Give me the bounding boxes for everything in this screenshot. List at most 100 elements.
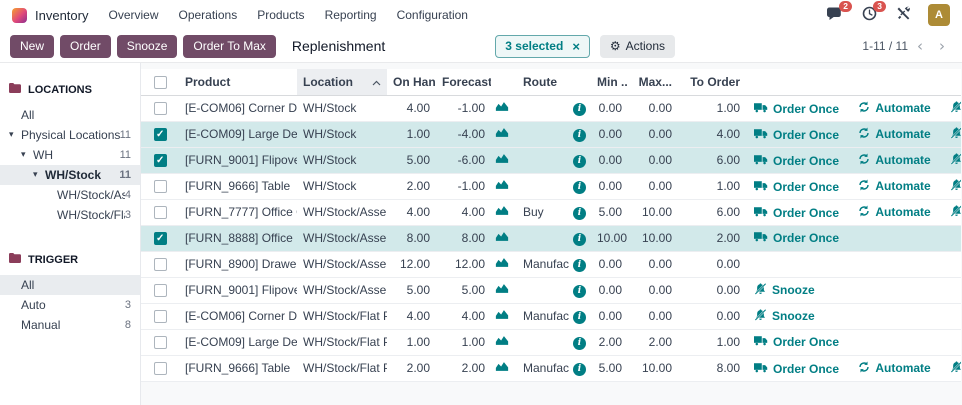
table-row[interactable]: [FURN_9001] Flipover WH/Stock/Asse... 5.… — [141, 277, 961, 303]
automate-button[interactable]: Automate — [858, 179, 930, 194]
select-all-checkbox[interactable] — [154, 76, 167, 89]
automate-button[interactable]: Automate — [858, 127, 930, 142]
developer-tools-button[interactable] — [894, 6, 912, 24]
location-filter-item[interactable]: WH/Stock/Flat P...3 — [0, 205, 140, 225]
forecast-graph-icon[interactable] — [495, 257, 509, 268]
caret-down-icon[interactable]: ▾ — [33, 170, 45, 180]
automate-button[interactable]: Automate — [858, 205, 930, 220]
table-row[interactable]: [E-COM09] Large Desk WH/Stock 1.00 -4.00… — [141, 121, 961, 147]
table-row[interactable]: [FURN_9666] Table WH/Stock/Flat P... 2.0… — [141, 355, 961, 381]
row-checkbox[interactable] — [154, 310, 167, 323]
forecast-graph-icon[interactable] — [495, 101, 509, 112]
location-filter-item[interactable]: ▾Physical Locations11 — [0, 125, 140, 145]
info-icon[interactable] — [573, 103, 586, 116]
table-row[interactable]: [E-COM09] Large Desk WH/Stock/Flat P... … — [141, 329, 961, 355]
column-header-forecast[interactable]: Forecast — [436, 69, 491, 95]
actions-button[interactable]: ⚙ Actions — [600, 35, 675, 58]
table-row[interactable]: [E-COM06] Corner Desk ... WH/Stock 4.00 … — [141, 95, 961, 121]
location-filter-item[interactable]: ▾WH/Stock11 — [0, 165, 140, 185]
order-once-button[interactable]: Order Once — [754, 180, 839, 194]
location-filter-item[interactable]: ▾WH11 — [0, 145, 140, 165]
forecast-graph-icon[interactable] — [495, 127, 509, 138]
menu-configuration[interactable]: Configuration — [397, 8, 468, 22]
order-to-max-button[interactable]: Order To Max — [183, 35, 275, 58]
pager-next-button[interactable]: › — [932, 37, 952, 55]
table-row[interactable]: [FURN_9666] Table WH/Stock 2.00 -1.00 0.… — [141, 173, 961, 199]
order-once-button[interactable]: Order Once — [754, 154, 839, 168]
app-switcher[interactable]: Inventory — [12, 8, 88, 23]
column-header-product[interactable]: Product — [179, 69, 297, 95]
menu-overview[interactable]: Overview — [108, 8, 158, 22]
forecast-graph-icon[interactable] — [495, 231, 509, 242]
snooze-row-button[interactable]: Snooze — [754, 309, 815, 324]
snooze-row-button[interactable]: Snooze — [950, 205, 961, 220]
snooze-row-button[interactable]: Snooze — [950, 153, 961, 168]
info-icon[interactable] — [573, 233, 586, 246]
messages-button[interactable]: 2 — [826, 6, 844, 24]
row-checkbox[interactable] — [154, 128, 167, 141]
column-header-min[interactable]: Min ... — [591, 69, 628, 95]
column-header-location[interactable]: Location — [297, 69, 387, 95]
row-checkbox[interactable] — [154, 336, 167, 349]
info-icon[interactable] — [573, 311, 586, 324]
row-checkbox[interactable] — [154, 206, 167, 219]
info-icon[interactable] — [573, 181, 586, 194]
info-icon[interactable] — [573, 363, 586, 376]
order-once-button[interactable]: Order Once — [754, 206, 839, 220]
info-icon[interactable] — [573, 155, 586, 168]
new-button[interactable]: New — [10, 35, 54, 58]
info-icon[interactable] — [573, 285, 586, 298]
trigger-filter-item[interactable]: Auto3 — [0, 295, 140, 315]
activities-button[interactable]: 3 — [860, 6, 878, 24]
row-checkbox[interactable] — [154, 362, 167, 375]
forecast-graph-icon[interactable] — [495, 205, 509, 216]
forecast-graph-icon[interactable] — [495, 309, 509, 320]
order-once-button[interactable]: Order Once — [754, 362, 839, 376]
menu-products[interactable]: Products — [257, 8, 304, 22]
snooze-button[interactable]: Snooze — [117, 35, 178, 58]
snooze-row-button[interactable]: Snooze — [950, 101, 961, 116]
order-once-button[interactable]: Order Once — [754, 231, 839, 245]
row-checkbox[interactable] — [154, 102, 167, 115]
inventory-app-icon[interactable] — [12, 8, 27, 23]
row-checkbox[interactable] — [154, 180, 167, 193]
row-checkbox[interactable] — [154, 154, 167, 167]
snooze-row-button[interactable]: Snooze — [950, 127, 961, 142]
caret-down-icon[interactable]: ▾ — [9, 130, 21, 140]
automate-button[interactable]: Automate — [858, 101, 930, 116]
table-row[interactable]: [FURN_8900] Drawer Black WH/Stock/Asse..… — [141, 251, 961, 277]
close-icon[interactable]: × — [572, 40, 580, 53]
order-once-button[interactable]: Order Once — [754, 102, 839, 116]
location-filter-item[interactable]: All — [0, 105, 140, 125]
info-icon[interactable] — [573, 129, 586, 142]
order-button[interactable]: Order — [60, 35, 111, 58]
forecast-graph-icon[interactable] — [495, 335, 509, 346]
column-header-to-order[interactable]: To Order — [678, 69, 746, 95]
info-icon[interactable] — [573, 259, 586, 272]
row-checkbox[interactable] — [154, 284, 167, 297]
pager-previous-button[interactable]: ‹ — [910, 37, 930, 55]
order-once-button[interactable]: Order Once — [754, 128, 839, 142]
table-row[interactable]: [E-COM06] Corner Desk ... WH/Stock/Flat … — [141, 303, 961, 329]
table-row[interactable]: [FURN_7777] Office Chair WH/Stock/Asse..… — [141, 199, 961, 225]
forecast-graph-icon[interactable] — [495, 179, 509, 190]
order-once-button[interactable]: Order Once — [754, 335, 839, 349]
row-checkbox[interactable] — [154, 232, 167, 245]
column-header-route[interactable]: Route — [517, 69, 569, 95]
info-icon[interactable] — [573, 207, 586, 220]
location-filter-item[interactable]: WH/Stock/Asse...4 — [0, 185, 140, 205]
column-header-on-hand[interactable]: On Hand — [387, 69, 436, 95]
column-header-max[interactable]: Max... — [628, 69, 678, 95]
automate-button[interactable]: Automate — [858, 361, 930, 376]
automate-button[interactable]: Automate — [858, 153, 930, 168]
table-row[interactable]: [FURN_9001] Flipover WH/Stock 5.00 -6.00… — [141, 147, 961, 173]
table-row[interactable]: [FURN_8888] Office Lamp WH/Stock/Asse...… — [141, 225, 961, 251]
caret-down-icon[interactable]: ▾ — [21, 150, 33, 160]
forecast-graph-icon[interactable] — [495, 361, 509, 372]
forecast-graph-icon[interactable] — [495, 283, 509, 294]
menu-reporting[interactable]: Reporting — [325, 8, 377, 22]
snooze-row-button[interactable]: Snooze — [754, 283, 815, 298]
info-icon[interactable] — [573, 337, 586, 350]
row-checkbox[interactable] — [154, 258, 167, 271]
user-avatar[interactable]: A — [928, 4, 950, 26]
